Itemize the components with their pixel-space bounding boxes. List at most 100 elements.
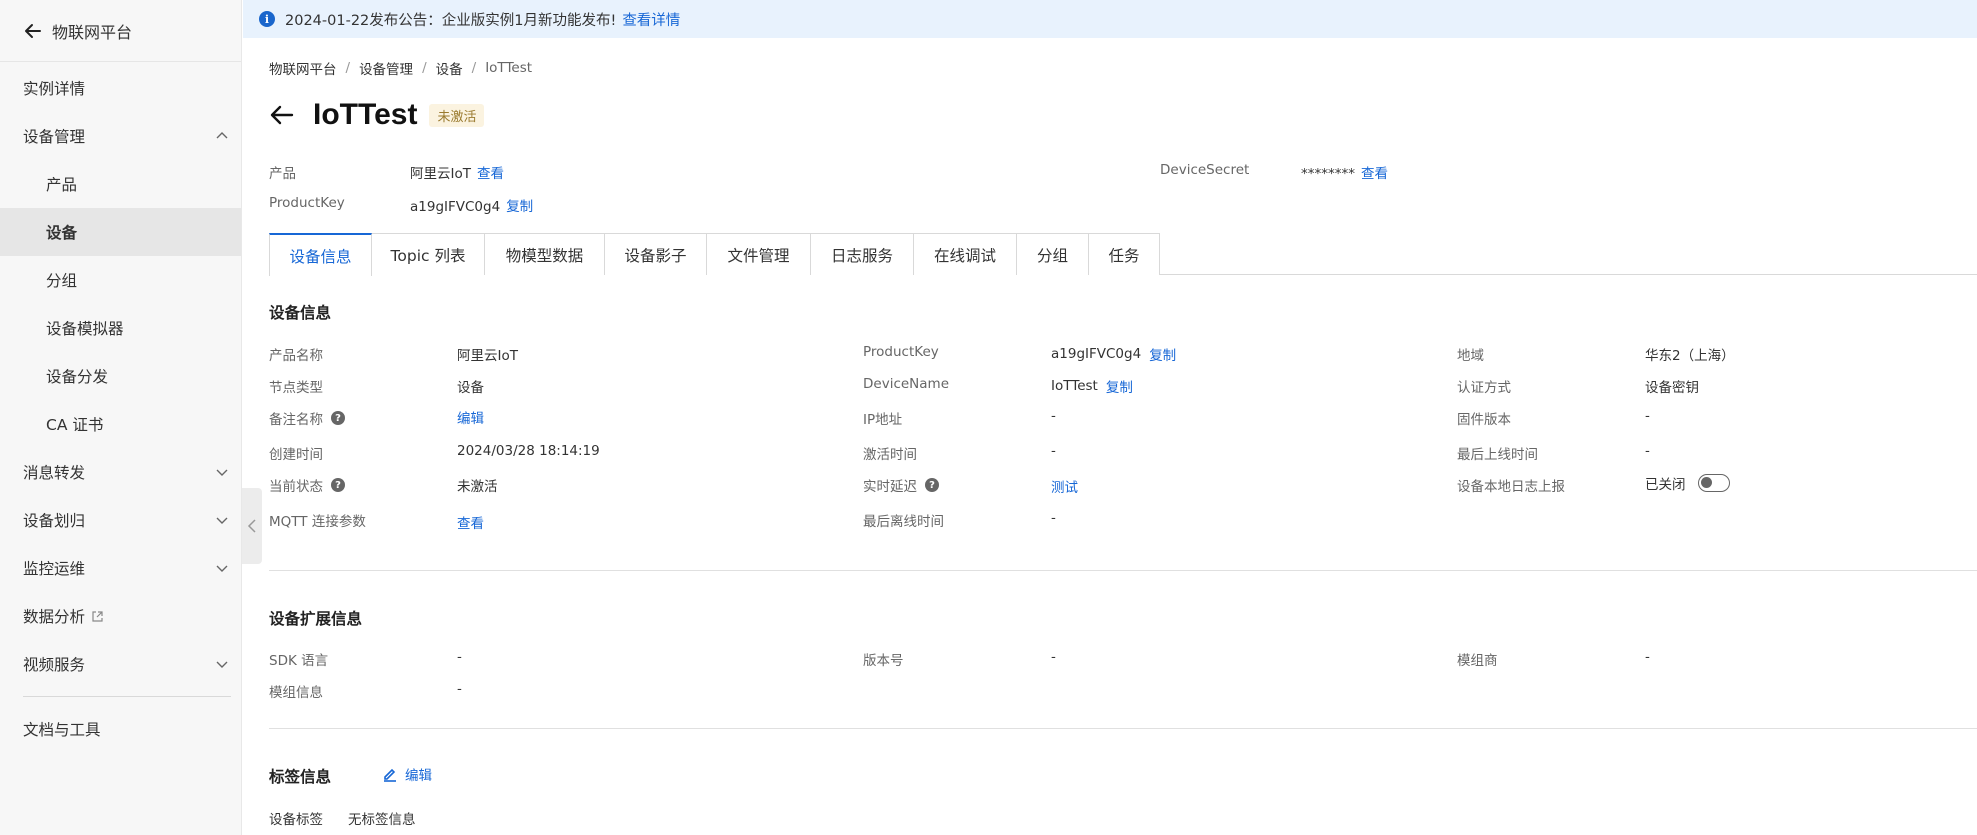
help-icon[interactable]: ? — [925, 478, 939, 492]
productkey-value: a19gIFVC0g4 — [1051, 346, 1142, 362]
breadcrumb-device-management[interactable]: 设备管理 — [359, 58, 413, 78]
edit-pencil-icon — [384, 768, 396, 782]
tag-label: 设备标签 — [269, 812, 323, 828]
sidebar-item-message-forwarding[interactable]: 消息转发 — [0, 448, 241, 496]
sidebar-item-device-assignment[interactable]: 设备划归 — [0, 496, 241, 544]
copy-productkey-link[interactable]: 复制 — [506, 199, 533, 215]
tab-task[interactable]: 任务 — [1089, 233, 1160, 275]
field-label: 认证方式 — [1457, 380, 1511, 396]
help-icon[interactable]: ? — [331, 411, 345, 425]
edit-tags-button[interactable]: 编辑 — [382, 764, 432, 784]
arrow-left-icon — [25, 23, 41, 38]
field-label: 模组信息 — [269, 685, 323, 701]
ip-value: - — [1051, 408, 1056, 424]
copy-productkey-button[interactable]: 复制 — [1149, 344, 1176, 364]
tab-bar: 设备信息 Topic 列表 物模型数据 设备影子 文件管理 日志服务 在线调试 … — [269, 233, 1977, 276]
sidebar-item-device-management[interactable]: 设备管理 — [0, 112, 241, 160]
remark-name-label-wrap: 备注名称? — [269, 408, 345, 428]
tab-label: 文件管理 — [727, 246, 790, 265]
sidebar-item-ca-cert[interactable]: CA 证书 — [0, 400, 241, 448]
breadcrumb: 物联网平台 / 设备管理 / 设备 / IoTTest — [269, 58, 532, 78]
productkey-value-wrap: a19gIFVC0g4 复制 — [1051, 344, 1176, 364]
created-time-value: 2024/03/28 18:14:19 — [457, 443, 600, 459]
sidebar-item-device-distribution[interactable]: 设备分发 — [0, 352, 241, 400]
tab-label: 设备影子 — [624, 246, 687, 265]
copy-devicename-button[interactable]: 复制 — [1106, 376, 1133, 396]
summary-product-value-wrap: 阿里云IoT 查看 — [410, 162, 504, 182]
chevron-down-icon — [216, 565, 228, 572]
announcement-link[interactable]: 查看详情 — [622, 9, 680, 30]
field-label: MQTT 连接参数 — [269, 514, 366, 530]
chevron-down-icon — [216, 661, 228, 668]
breadcrumb-separator: / — [422, 60, 427, 76]
sidebar-item-product[interactable]: 产品 — [0, 160, 241, 208]
status-badge: 未激活 — [429, 103, 485, 127]
sidebar-item-label: 设备管理 — [23, 128, 86, 146]
sidebar-item-docs-tools[interactable]: 文档与工具 — [0, 705, 241, 753]
tab-thing-model-data[interactable]: 物模型数据 — [485, 233, 605, 275]
module-value: - — [457, 681, 462, 697]
info-icon: i — [259, 11, 275, 27]
field-label: ProductKey — [863, 344, 939, 360]
summary-secret-label: DeviceSecret — [1160, 162, 1250, 178]
last-offline-value: - — [1051, 510, 1056, 526]
breadcrumb-device[interactable]: 设备 — [436, 58, 463, 78]
sidebar-item-label: 数据分析 — [23, 608, 86, 626]
sidebar-item-monitoring[interactable]: 监控运维 — [0, 544, 241, 592]
tab-group[interactable]: 分组 — [1017, 233, 1089, 275]
field-label: 实时延迟 — [863, 479, 917, 495]
sidebar-item-label: 监控运维 — [23, 560, 86, 578]
section-divider — [269, 570, 1977, 571]
breadcrumb-iot-platform[interactable]: 物联网平台 — [269, 58, 337, 78]
latency-test-wrap: 测试 — [1051, 476, 1078, 496]
sidebar-item-data-analysis[interactable]: 数据分析 — [0, 592, 241, 640]
edit-remark-link[interactable]: 编辑 — [457, 407, 484, 427]
page-title: IoTTest — [313, 98, 418, 131]
external-link-icon — [92, 610, 103, 622]
sidebar-item-label: 产品 — [46, 176, 78, 194]
help-icon[interactable]: ? — [331, 478, 345, 492]
tab-online-debug[interactable]: 在线调试 — [914, 233, 1017, 275]
node-type-value: 设备 — [457, 380, 484, 396]
tab-device-info[interactable]: 设备信息 — [269, 233, 372, 276]
test-latency-link[interactable]: 测试 — [1051, 476, 1078, 496]
sidebar-item-group[interactable]: 分组 — [0, 256, 241, 304]
tab-log-service[interactable]: 日志服务 — [811, 233, 914, 275]
sidebar-item-video-service[interactable]: 视频服务 — [0, 640, 241, 688]
main-area: i 2024-01-22发布公告：企业版实例1月新功能发布! 查看详情 物联网平… — [243, 0, 1977, 835]
view-product-link[interactable]: 查看 — [477, 166, 504, 182]
tab-file-management[interactable]: 文件管理 — [707, 233, 811, 275]
back-arrow-icon[interactable] — [269, 102, 295, 128]
devicename-value-wrap: IoTTest 复制 — [1051, 376, 1133, 396]
activation-time-value: - — [1051, 443, 1056, 459]
announcement-text: 2024-01-22发布公告：企业版实例1月新功能发布! — [285, 12, 617, 29]
sidebar-item-label: 实例详情 — [23, 80, 86, 98]
latency-label-wrap: 实时延迟? — [863, 475, 939, 495]
summary-product-value: 阿里云IoT — [410, 166, 471, 182]
sidebar-item-instance-detail[interactable]: 实例详情 — [0, 64, 241, 112]
sidebar-back-header[interactable]: 物联网平台 — [0, 0, 241, 62]
sidebar-item-device[interactable]: 设备 — [0, 208, 241, 256]
tab-label: 日志服务 — [830, 246, 893, 265]
sidebar-item-device-simulator[interactable]: 设备模拟器 — [0, 304, 241, 352]
mqtt-view-wrap: 查看 — [457, 512, 484, 532]
product-name-value: 阿里云IoT — [457, 348, 518, 364]
tag-info-title: 标签信息 — [269, 768, 332, 786]
announcement-bar: i 2024-01-22发布公告：企业版实例1月新功能发布! 查看详情 — [243, 0, 1977, 38]
field-label: 最后离线时间 — [863, 514, 944, 530]
sidebar-item-label: 分组 — [46, 272, 78, 290]
view-mqtt-params-link[interactable]: 查看 — [457, 512, 484, 532]
local-log-toggle[interactable] — [1697, 474, 1730, 492]
summary-productkey-label: ProductKey — [269, 195, 345, 211]
devicename-value: IoTTest — [1051, 378, 1098, 394]
field-label: 备注名称 — [269, 412, 323, 428]
field-label: 地域 — [1457, 348, 1484, 364]
local-log-value-wrap: 已关闭 — [1645, 473, 1730, 493]
field-label: IP地址 — [863, 412, 903, 428]
tab-device-shadow[interactable]: 设备影子 — [605, 233, 707, 275]
view-secret-link[interactable]: 查看 — [1361, 166, 1388, 182]
section-divider — [269, 728, 1977, 729]
tab-topic-list[interactable]: Topic 列表 — [372, 233, 485, 275]
sidebar-item-label: 消息转发 — [23, 464, 86, 482]
field-label: 当前状态 — [269, 479, 323, 495]
